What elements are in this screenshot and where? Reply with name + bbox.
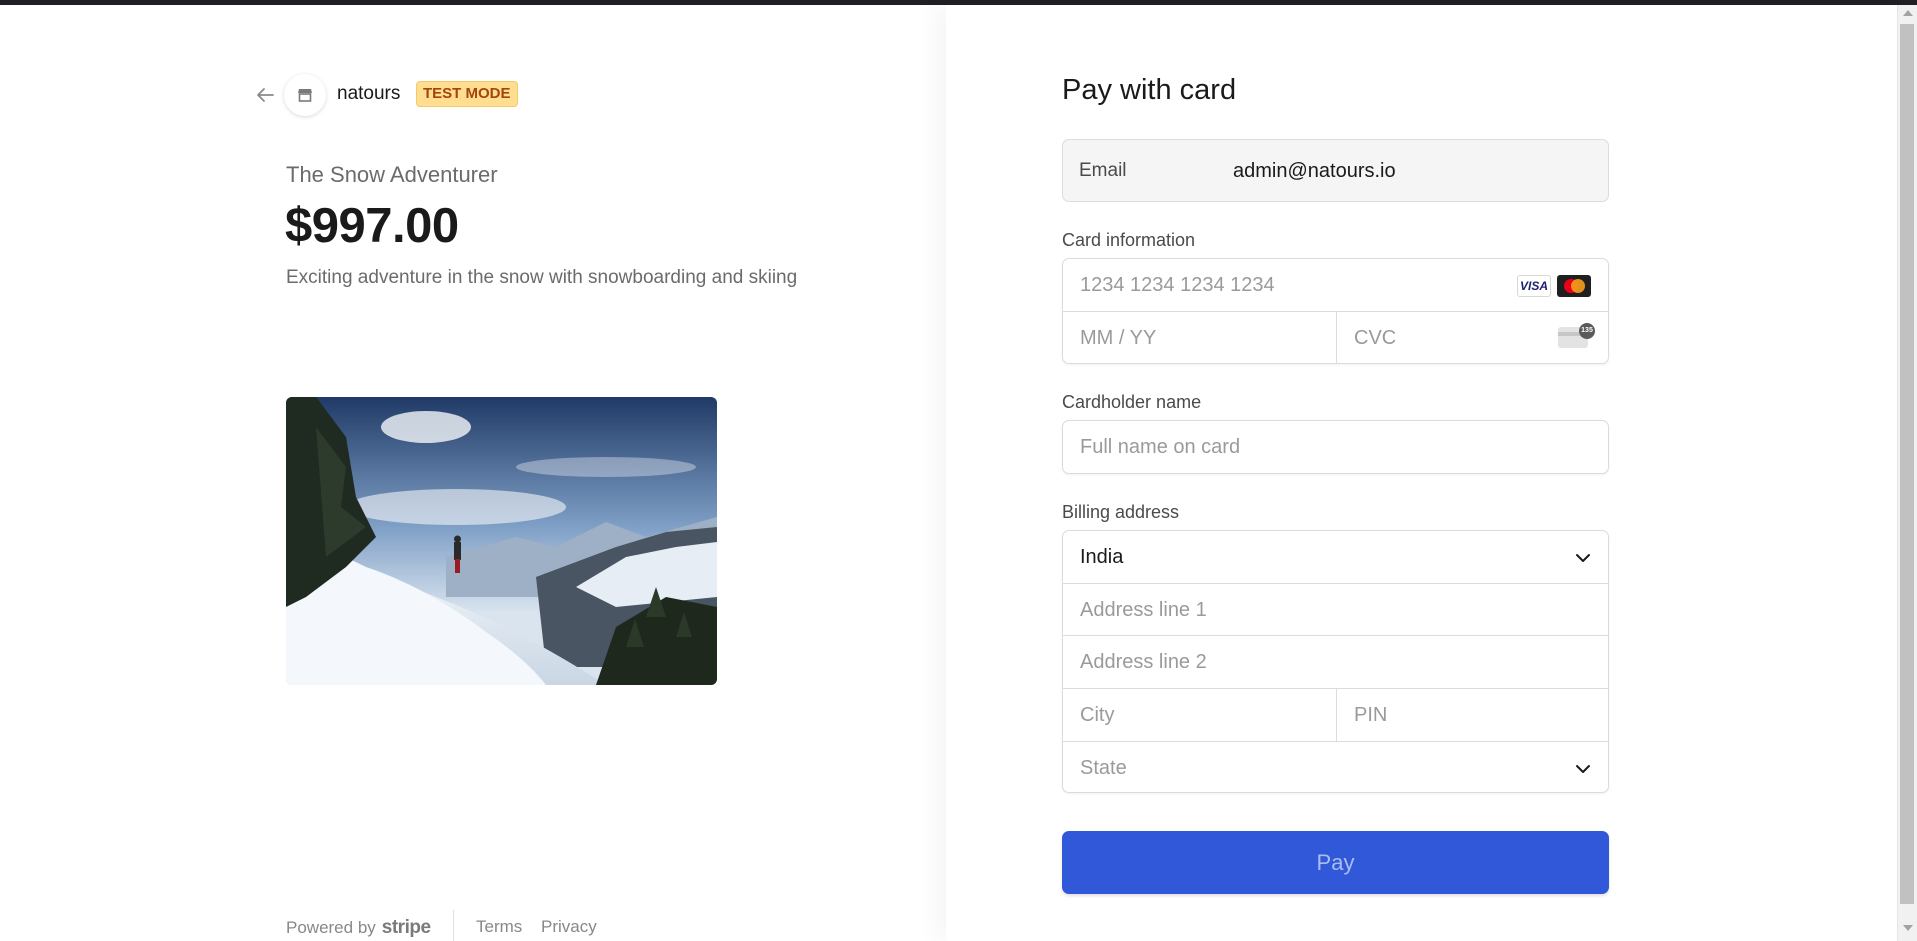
merchant-name: natours (337, 83, 401, 104)
stripe-logo: stripe (381, 917, 431, 938)
expiry-placeholder: MM / YY (1080, 327, 1157, 349)
chevron-down-icon (1576, 554, 1590, 562)
cardholder-name-label: Cardholder name (1062, 392, 1202, 412)
city-input[interactable]: City (1063, 689, 1336, 741)
country-value: India (1080, 546, 1124, 568)
address-line-1-placeholder: Address line 1 (1080, 599, 1207, 621)
powered-by-text: Powered by (286, 918, 376, 937)
privacy-link[interactable]: Privacy (541, 917, 597, 937)
arrow-left-icon (257, 88, 274, 102)
billing-address-label: Billing address (1062, 502, 1180, 522)
store-icon (298, 89, 312, 102)
product-price: $997.00 (285, 199, 459, 253)
cvc-placeholder: CVC (1354, 327, 1397, 349)
cvc-input[interactable]: CVC 135 (1337, 312, 1608, 363)
pay-button[interactable]: Pay (1062, 831, 1609, 894)
cardholder-placeholder: Full name on card (1080, 436, 1241, 458)
address-line-2-placeholder: Address line 2 (1080, 651, 1207, 673)
cardholder-name-input[interactable]: Full name on card (1062, 420, 1609, 474)
billing-address-group: India Address line 1 Address line 2 City… (1062, 530, 1609, 793)
card-number-input[interactable]: 1234 1234 1234 1234 VISA (1063, 259, 1608, 311)
country-select[interactable]: India (1063, 531, 1608, 583)
product-name: The Snow Adventurer (286, 162, 498, 187)
footer-divider (453, 910, 454, 941)
store-avatar (284, 74, 326, 116)
address-line-1-input[interactable]: Address line 1 (1063, 584, 1608, 636)
pin-input[interactable]: PIN (1337, 689, 1608, 741)
product-image (286, 397, 717, 685)
visa-icon: VISA (1517, 275, 1551, 297)
powered-by-stripe[interactable]: Powered by stripe (286, 917, 431, 939)
state-select[interactable]: State (1063, 742, 1608, 792)
scrollbar-thumb[interactable] (1900, 24, 1914, 904)
email-field[interactable]: Email admin@natours.io (1062, 139, 1609, 202)
terms-link[interactable]: Terms (476, 917, 522, 937)
pin-placeholder: PIN (1354, 704, 1388, 726)
cvc-badge: 135 (1579, 323, 1595, 339)
city-placeholder: City (1080, 704, 1115, 726)
card-information-label: Card information (1062, 230, 1196, 250)
mastercard-icon (1557, 275, 1591, 297)
address-line-2-input[interactable]: Address line 2 (1063, 636, 1608, 688)
test-mode-badge: TEST MODE (416, 81, 518, 107)
state-placeholder: State (1080, 757, 1127, 779)
form-title: Pay with card (1062, 74, 1237, 106)
card-information-group: 1234 1234 1234 1234 VISA MM / YY CVC 135 (1062, 258, 1609, 364)
expiry-input[interactable]: MM / YY (1063, 312, 1336, 363)
product-description: Exciting adventure in the snow with snow… (286, 267, 798, 288)
email-label: Email (1079, 160, 1127, 181)
card-number-placeholder: 1234 1234 1234 1234 (1080, 274, 1275, 296)
back-button[interactable] (252, 82, 278, 108)
chevron-down-icon (1576, 765, 1590, 773)
scroll-up-arrow-icon[interactable] (1903, 10, 1913, 16)
scroll-down-arrow-icon[interactable] (1903, 925, 1913, 931)
email-value: admin@natours.io (1233, 160, 1396, 182)
